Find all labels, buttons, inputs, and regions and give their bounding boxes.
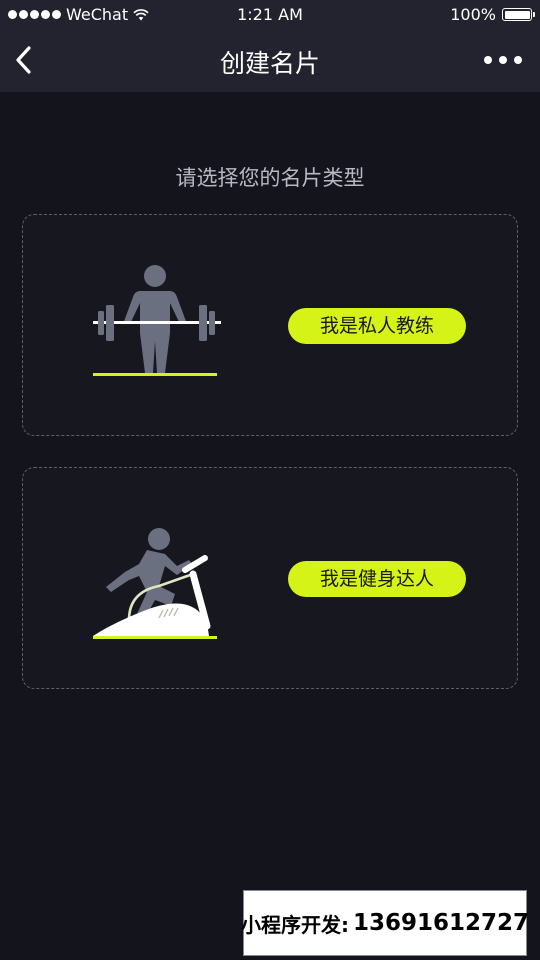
contact-watermark: 小程序开发: 13691612727	[240, 890, 530, 956]
fitness-enthusiast-button[interactable]: 我是健身达人	[288, 561, 466, 597]
card-type-prompt: 请选择您的名片类型	[175, 166, 365, 190]
status-bar: WeChat 1:21 AM 100%	[0, 0, 540, 30]
personal-trainer-button[interactable]: 我是私人教练	[288, 308, 466, 344]
more-dot-icon	[514, 56, 522, 64]
card-personal-trainer[interactable]: 我是私人教练	[22, 214, 518, 436]
more-dot-icon	[499, 56, 507, 64]
nav-bar: 创建名片	[0, 30, 540, 92]
battery-percent: 100%	[450, 5, 496, 24]
main-content: 请选择您的名片类型 我是私人教练 我是健身达人	[0, 92, 540, 960]
battery-icon	[502, 8, 535, 21]
page-title: 创建名片	[219, 49, 320, 78]
battery-area: 100%	[450, 5, 535, 24]
card-fitness-enthusiast[interactable]: 我是健身达人	[22, 467, 518, 689]
watermark-prefix: 小程序开发:	[240, 912, 349, 937]
watermark-phone: 13691612727	[352, 910, 530, 936]
more-button[interactable]	[484, 52, 522, 68]
treadmill-runner-icon	[93, 528, 217, 639]
weightlifter-icon	[93, 265, 221, 376]
more-dot-icon	[484, 56, 492, 64]
